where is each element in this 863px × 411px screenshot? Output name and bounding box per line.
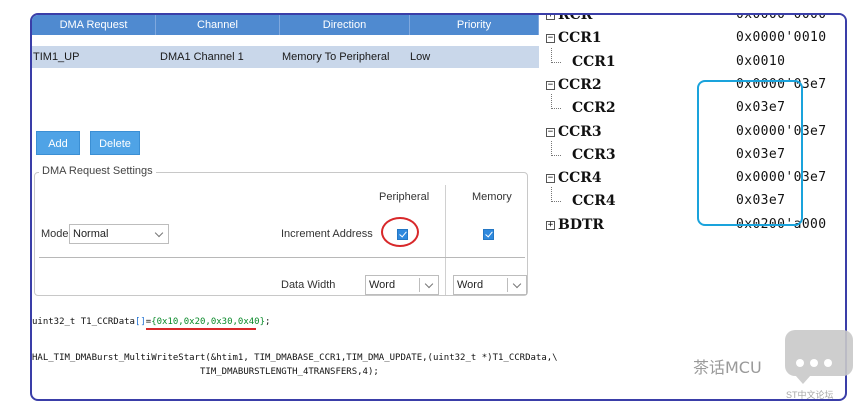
mode-label: Mode <box>41 228 69 240</box>
header-direction[interactable]: Direction <box>280 15 410 35</box>
register-name: CCR3 <box>558 123 602 140</box>
register-values-highlight <box>697 80 803 226</box>
register-name: CCR3 <box>572 146 616 163</box>
code-line-dma-burst-cont: TIM_DMABURSTLENGTH_4TRANSFERS,4); <box>200 367 379 377</box>
increment-address-label: Increment Address <box>281 228 373 240</box>
memory-increment-checkbox[interactable] <box>483 229 494 240</box>
collapse-icon[interactable]: − <box>546 34 555 44</box>
register-name: CCR1 <box>558 30 602 47</box>
mode-select[interactable]: Normal <box>69 224 169 244</box>
register-row[interactable]: − CCR1 0x0000'0010 <box>542 28 845 51</box>
collapse-icon[interactable]: − <box>546 127 555 137</box>
cell-priority: Low <box>410 51 431 63</box>
register-name: CCR4 <box>572 193 616 210</box>
register-name: CCR4 <box>558 170 602 187</box>
code-values-underline <box>146 328 256 330</box>
table-row[interactable]: TIM1_UP DMA1 Channel 1 Memory To Periphe… <box>32 46 539 68</box>
code-values: {0x10,0x20,0x30,0x40} <box>151 317 266 327</box>
code-end: ; <box>265 317 271 327</box>
settings-divider <box>39 257 525 258</box>
expand-icon[interactable]: + <box>546 220 555 230</box>
cell-request: TIM1_UP <box>33 51 80 63</box>
tree-connector <box>551 94 561 110</box>
chat-bubble-icon <box>785 330 853 384</box>
register-row[interactable]: CCR1 0x0010 <box>542 47 845 75</box>
register-name: RCR <box>558 15 593 23</box>
chevron-down-icon <box>154 228 164 238</box>
expand-icon[interactable]: + <box>546 15 555 20</box>
code-line-dma-burst: HAL_TIM_DMABurst_MultiWriteStart(&htim1,… <box>32 353 558 363</box>
peripheral-width-select[interactable]: Word <box>365 275 439 295</box>
data-width-label: Data Width <box>281 279 336 291</box>
tree-connector <box>551 140 561 156</box>
peripheral-header: Peripheral <box>379 191 430 203</box>
mode-select-value: Normal <box>73 228 109 240</box>
tree-connector <box>551 47 561 63</box>
register-name: CCR2 <box>572 100 616 117</box>
chevron-down-icon <box>512 279 522 289</box>
settings-title: DMA Request Settings <box>39 165 156 177</box>
select-separator <box>507 278 508 292</box>
register-value: 0x0010 <box>736 53 786 69</box>
code-brackets: [] <box>134 317 146 327</box>
cell-direction: Memory To Peripheral <box>282 51 390 63</box>
header-priority[interactable]: Priority <box>410 15 539 35</box>
memory-width-value: Word <box>457 279 484 291</box>
peripheral-width-value: Word <box>369 279 396 291</box>
chevron-down-icon <box>424 279 434 289</box>
header-channel[interactable]: Channel <box>156 15 280 35</box>
collapse-icon[interactable]: − <box>546 80 555 90</box>
dma-request-settings-group: DMA Request Settings Peripheral Memory M… <box>34 165 528 296</box>
cell-channel: DMA1 Channel 1 <box>160 51 244 63</box>
collapse-icon[interactable]: − <box>546 174 555 184</box>
dma-table-header: DMA Request Channel Direction Priority <box>32 15 539 35</box>
code-decl: uint32_t T1_CCRData <box>32 317 135 327</box>
column-divider <box>445 185 446 295</box>
memory-width-select[interactable]: Word <box>453 275 527 295</box>
select-separator <box>419 278 420 292</box>
code-line-ccr-array: uint32_t T1_CCRData[]={0x10,0x20,0x30,0x… <box>32 317 270 327</box>
peripheral-increment-highlight <box>381 217 419 247</box>
register-name: CCR1 <box>572 53 616 70</box>
watermark-text: 茶话MCU <box>693 358 762 377</box>
register-value: 0x0000'0000 <box>736 15 827 22</box>
watermark-forum: ST中文论坛 <box>786 390 834 400</box>
memory-header: Memory <box>472 191 512 203</box>
dma-config-panel: DMA Request Channel Direction Priority T… <box>32 15 558 399</box>
header-dma-request[interactable]: DMA Request <box>32 15 156 35</box>
chat-dots-icon <box>796 354 840 367</box>
register-value: 0x0000'0010 <box>736 30 827 46</box>
delete-button[interactable]: Delete <box>90 131 140 155</box>
register-row[interactable]: +RCR 0x0000'0000 <box>542 15 845 28</box>
add-button[interactable]: Add <box>36 131 80 155</box>
register-name: CCR2 <box>558 76 602 93</box>
register-name: BDTR <box>558 216 605 233</box>
tree-connector <box>551 187 561 203</box>
